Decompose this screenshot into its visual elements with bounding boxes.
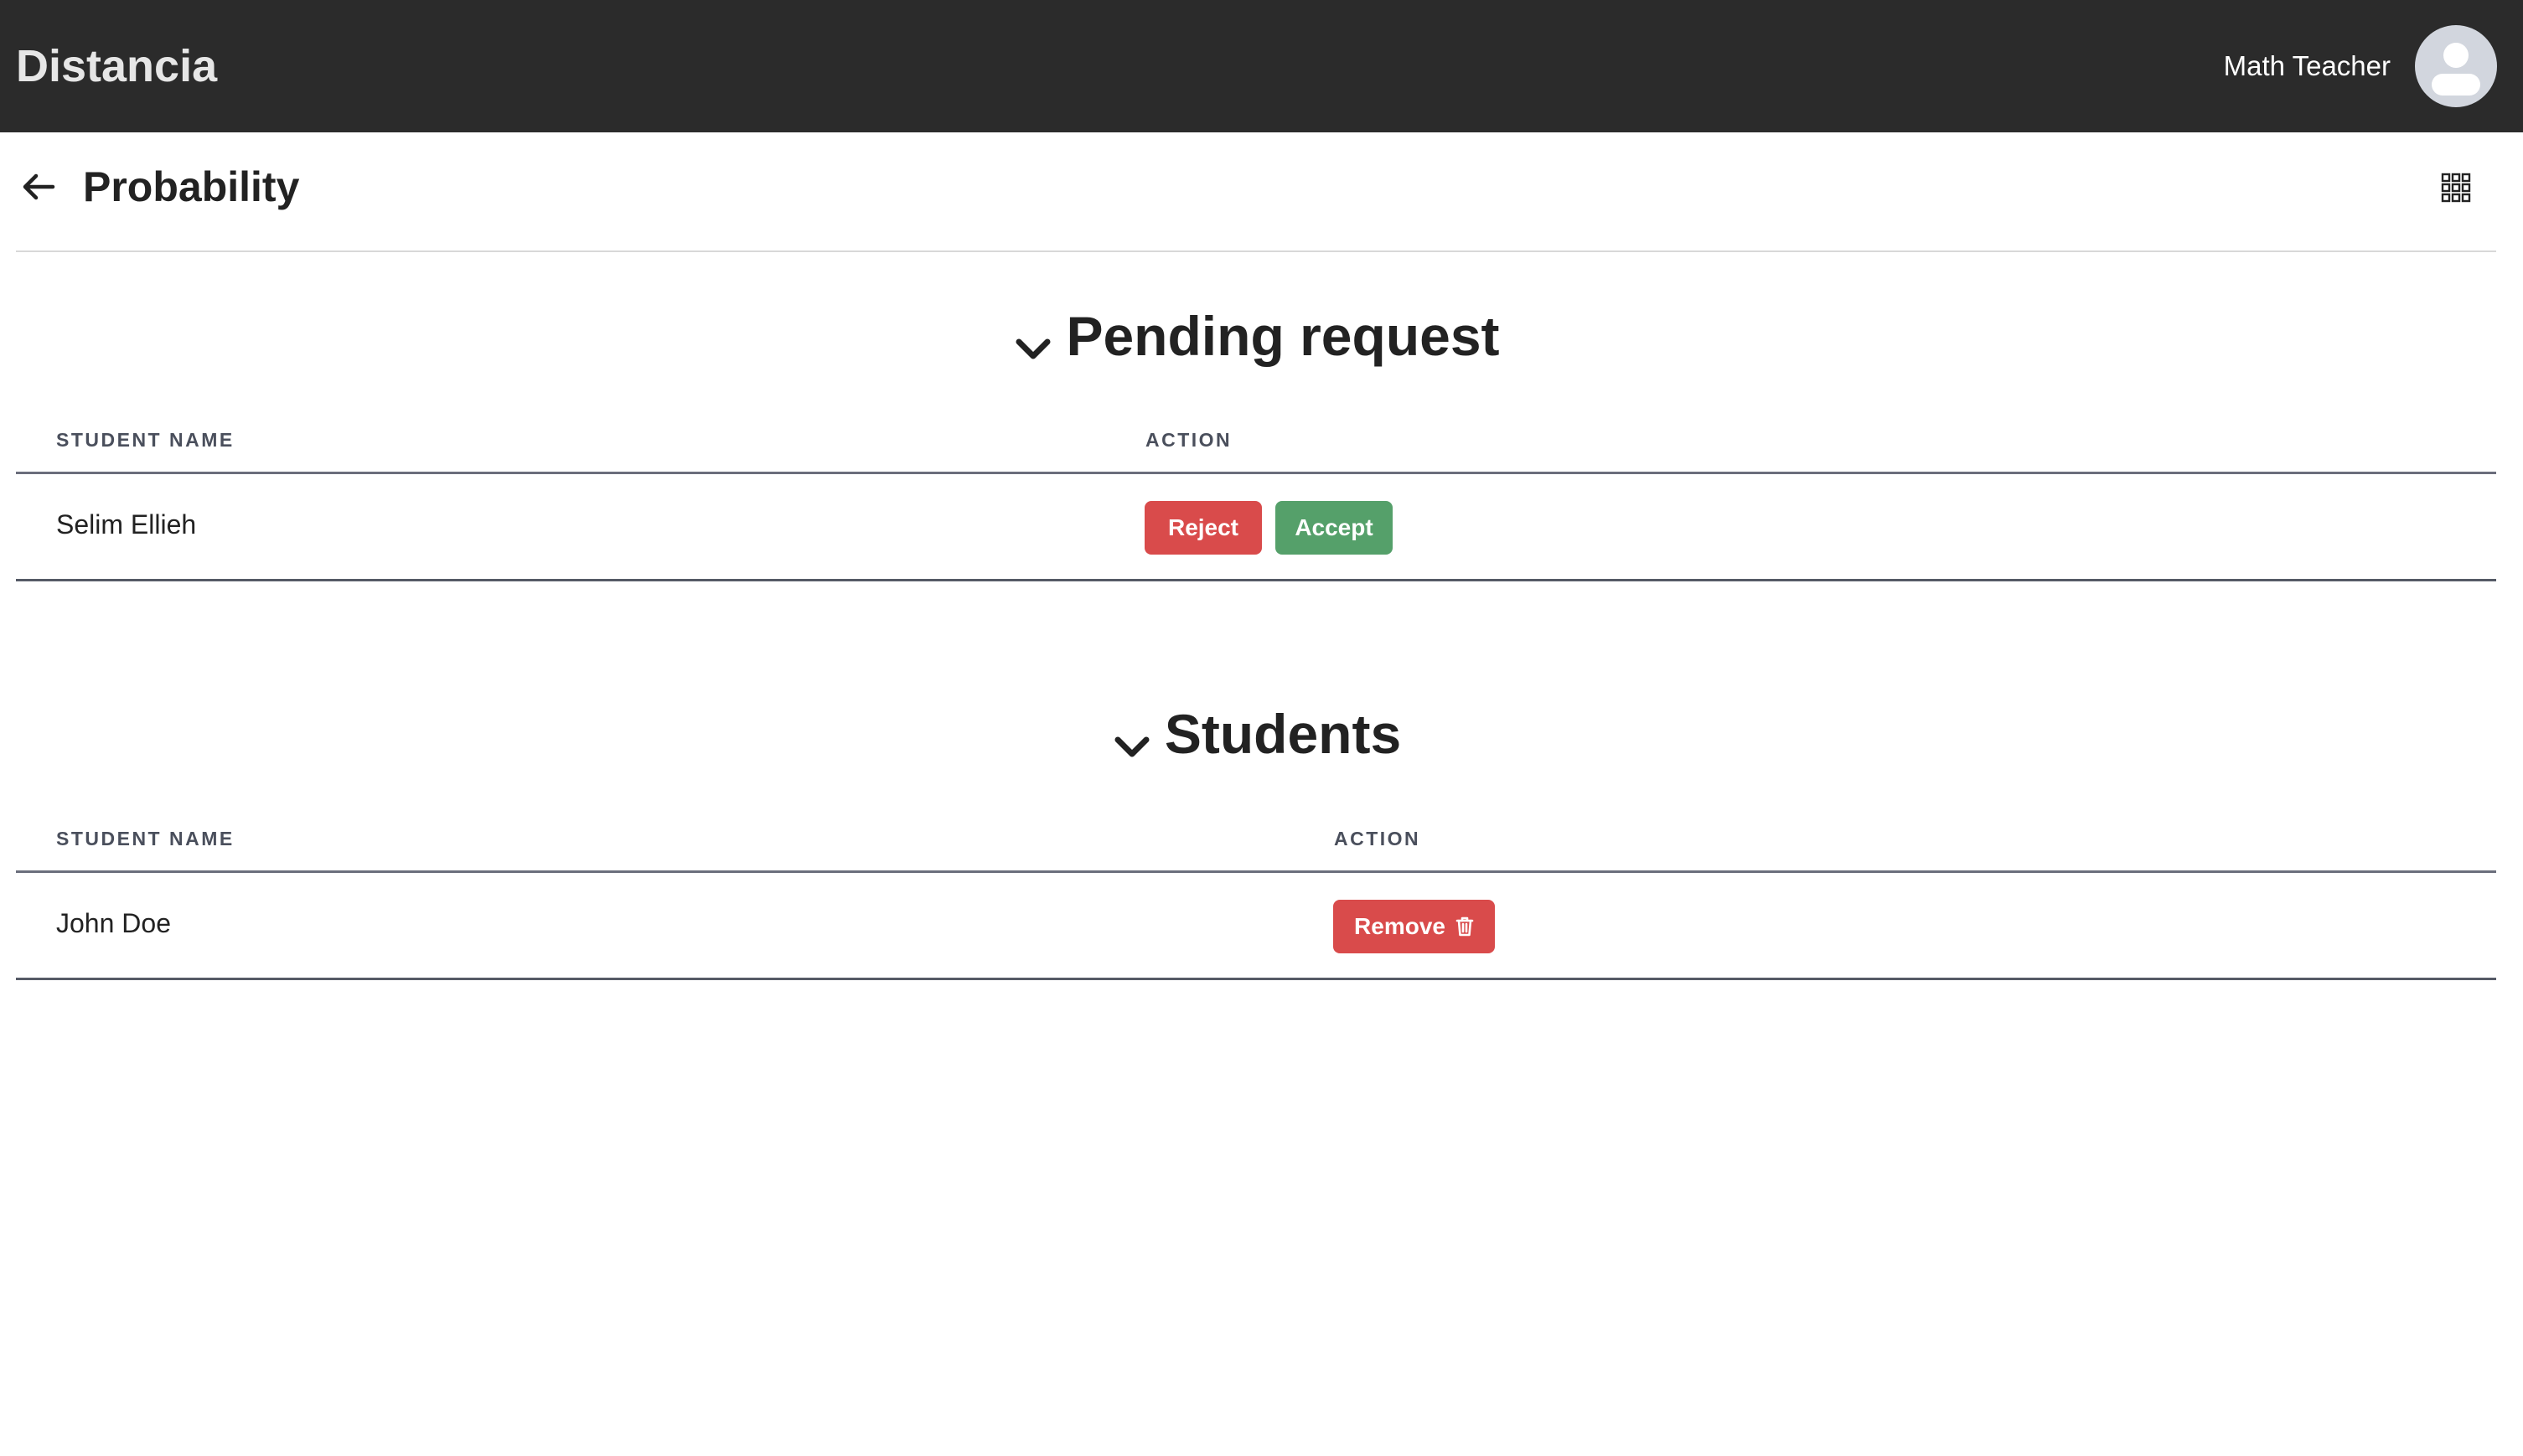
user-name: Math Teacher xyxy=(2223,50,2391,81)
accept-button[interactable]: Accept xyxy=(1275,501,1393,555)
table-row: Selim Ellieh Reject Accept xyxy=(16,474,2496,581)
column-header-action: ACTION xyxy=(1334,828,1421,849)
brand-logo[interactable]: Distancia xyxy=(16,37,217,96)
students-title: Students xyxy=(1164,703,1402,765)
student-name-cell: John Doe xyxy=(56,908,171,938)
column-header-action: ACTION xyxy=(1145,429,1233,451)
chevron-down-icon xyxy=(1012,317,1054,359)
student-name-cell: Selim Ellieh xyxy=(56,509,197,540)
top-navbar: Distancia Math Teacher xyxy=(0,0,2523,132)
pending-request-heading[interactable]: Pending request xyxy=(16,302,2496,369)
grid-icon[interactable] xyxy=(2439,171,2473,204)
page-title: Probability xyxy=(83,163,300,210)
remove-button-label: Remove xyxy=(1354,913,1445,939)
column-header-student-name: STUDENT NAME xyxy=(56,429,235,451)
table-row: John Doe Remove xyxy=(16,873,2496,980)
back-arrow-icon[interactable] xyxy=(19,168,58,206)
pending-request-title: Pending request xyxy=(1066,305,1500,367)
remove-button[interactable]: Remove xyxy=(1333,900,1495,953)
reject-button[interactable]: Reject xyxy=(1145,501,1262,555)
column-header-student-name: STUDENT NAME xyxy=(56,828,235,849)
chevron-down-icon xyxy=(1111,715,1153,757)
students-table: STUDENT NAME ACTION John Doe Remove xyxy=(16,818,2496,980)
trash-icon xyxy=(1455,916,1474,937)
table-header: STUDENT NAME ACTION xyxy=(16,818,2496,873)
pending-request-table: STUDENT NAME ACTION Selim Ellieh Reject … xyxy=(16,419,2496,581)
table-header: STUDENT NAME ACTION xyxy=(16,419,2496,474)
user-avatar-icon[interactable] xyxy=(2415,25,2497,107)
students-heading[interactable]: Students xyxy=(16,700,2496,767)
page-header: Probability xyxy=(16,132,2496,252)
